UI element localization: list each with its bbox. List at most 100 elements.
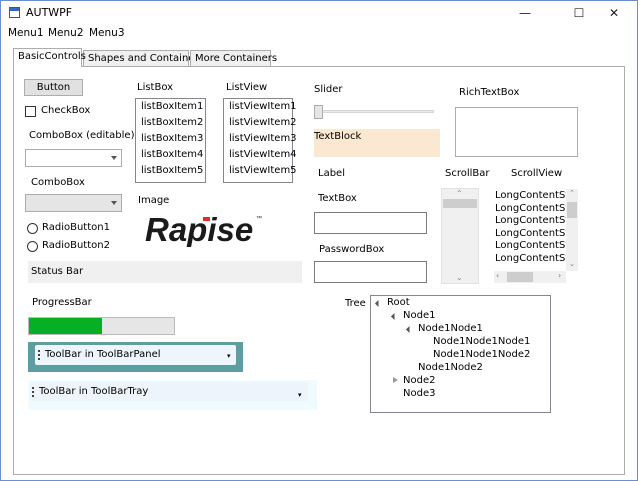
list-item[interactable]: listBoxItem4 — [141, 149, 203, 160]
expand-icon[interactable] — [393, 377, 398, 383]
menu-bar: Menu1 Menu2 Menu3 — [1, 25, 637, 43]
logo-dot — [203, 217, 210, 221]
combo-label: ComboBox — [31, 177, 85, 188]
status-bar-text: Status Bar — [31, 266, 84, 277]
passwordbox[interactable] — [314, 261, 427, 283]
title-bar[interactable]: AUTWPF — ☐ ✕ — [1, 1, 637, 25]
toolbar-in-panel: ToolBar in ToolBarPanel ▾ — [35, 345, 236, 365]
list-item[interactable]: LongContentStri — [495, 228, 576, 239]
textbox-label: TextBox — [318, 193, 357, 204]
tab-shapes-and-containers[interactable]: Shapes and Containers — [83, 50, 204, 66]
list-item[interactable]: LongContentStri — [495, 215, 576, 226]
logo-text: Rapise — [145, 211, 253, 247]
checkbox-label: CheckBox — [41, 105, 91, 116]
tree-label: Tree — [345, 298, 366, 309]
list-item[interactable]: listBoxItem5 — [141, 165, 203, 176]
close-button[interactable]: ✕ — [591, 1, 637, 25]
chevron-down-icon[interactable]: ⌄ — [456, 273, 463, 282]
scrollview-hthumb[interactable] — [507, 272, 533, 282]
list-item[interactable]: LongContentStri — [495, 253, 576, 264]
radio-button-1[interactable] — [27, 223, 38, 234]
menu-item-menu2[interactable]: Menu2 — [48, 27, 84, 39]
label: Label — [318, 168, 345, 179]
scrollview-vthumb[interactable] — [567, 202, 577, 218]
richtextbox[interactable] — [455, 107, 578, 157]
collapse-icon[interactable] — [374, 299, 383, 308]
scrollbar-thumb[interactable] — [443, 199, 477, 208]
progress-fill — [29, 318, 102, 334]
rapise-logo-image: Rapise ™ — [144, 207, 269, 248]
chevron-up-icon[interactable]: ⌃ — [456, 189, 463, 198]
chevron-right-icon[interactable]: › — [558, 271, 561, 280]
combo-readonly[interactable] — [25, 194, 122, 212]
listbox[interactable]: listBoxItem1 listBoxItem2 listBoxItem3 list… — [135, 98, 206, 183]
radio-button-2[interactable] — [27, 241, 38, 252]
collapse-icon[interactable] — [390, 312, 399, 321]
toolbar-panel-label: ToolBar in ToolBarPanel — [45, 349, 161, 360]
status-bar: Status Bar — [28, 261, 302, 283]
list-item[interactable]: LongContentStri — [495, 190, 576, 201]
tree-node-node2[interactable]: Node2 — [403, 375, 435, 386]
overflow-icon[interactable]: ▾ — [227, 352, 231, 360]
tab-content: Button CheckBox ComboBox (editable) Comb… — [13, 66, 625, 475]
tree-node-node1node1node2[interactable]: Node1Node1Node2 — [433, 349, 530, 360]
list-item[interactable]: listViewItem1 — [229, 101, 297, 112]
tree-node-node1node2[interactable]: Node1Node2 — [418, 362, 483, 373]
progress-bar — [28, 317, 175, 335]
app-icon — [9, 7, 20, 18]
toolbar-tray-label: ToolBar in ToolBarTray — [39, 386, 149, 397]
list-item[interactable]: listBoxItem3 — [141, 133, 203, 144]
tree-node-node1[interactable]: Node1 — [403, 310, 435, 321]
list-item[interactable]: LongContentStri — [495, 203, 576, 214]
slider-thumb[interactable] — [314, 105, 323, 119]
list-item[interactable]: listViewItem5 — [229, 165, 297, 176]
image-label: Image — [138, 195, 170, 206]
slider-track[interactable] — [316, 110, 434, 113]
scrollview-label: ScrollView — [511, 168, 563, 179]
slider-label: Slider — [314, 84, 343, 95]
chevron-down-icon[interactable]: ⌄ — [569, 260, 575, 268]
grip-icon[interactable] — [38, 350, 40, 360]
tree-node-node1node1node1[interactable]: Node1Node1Node1 — [433, 336, 530, 347]
chevron-left-icon[interactable]: ‹ — [496, 271, 499, 280]
rapise-logo: Rapise ™ — [145, 211, 262, 248]
overflow-icon[interactable]: ▾ — [298, 391, 302, 399]
menu-item-menu3[interactable]: Menu3 — [89, 27, 125, 39]
chevron-down-icon[interactable] — [111, 156, 117, 160]
tree-node-node1node1[interactable]: Node1Node1 — [418, 323, 483, 334]
chevron-up-icon[interactable]: ⌃ — [569, 189, 575, 197]
tree-node-node3[interactable]: Node3 — [403, 388, 435, 399]
logo-trademark: ™ — [256, 215, 262, 222]
checkbox[interactable] — [25, 106, 36, 117]
list-item[interactable]: listViewItem4 — [229, 149, 297, 160]
minimize-button[interactable]: — — [502, 1, 548, 25]
list-item[interactable]: LongContentStri — [495, 240, 576, 251]
grip-icon[interactable] — [32, 387, 34, 397]
radio-button-2-label: RadioButton2 — [42, 240, 110, 251]
scrollview-vscroll[interactable]: ⌃ ⌄ — [566, 189, 578, 271]
collapse-icon[interactable] — [405, 325, 414, 334]
listview[interactable]: listViewItem1 listViewItem2 listViewItem3 l… — [223, 98, 297, 183]
button[interactable]: Button — [24, 79, 83, 96]
tree-view[interactable]: Root Node1 Node1Node1 Node1Node1Node1 No… — [370, 295, 551, 413]
scrollbar[interactable]: ⌃ ⌄ — [441, 188, 479, 284]
menu-item-menu1[interactable]: Menu1 — [8, 27, 44, 39]
toolbar-in-tray: ToolBar in ToolBarTray ▾ — [30, 382, 308, 401]
combo-editable[interactable] — [25, 149, 122, 167]
richtextbox-label: RichTextBox — [459, 87, 520, 98]
list-item[interactable]: listViewItem3 — [229, 133, 297, 144]
tree-node-root[interactable]: Root — [387, 297, 410, 308]
scrollview-hscroll[interactable]: ‹ › — [494, 271, 566, 283]
toolbar-panel: ToolBar in ToolBarPanel ▾ — [28, 342, 243, 372]
textbox[interactable] — [314, 212, 427, 234]
list-item[interactable]: listViewItem2 — [229, 117, 297, 128]
toolbar-tray: ToolBar in ToolBarTray ▾ — [28, 380, 317, 410]
scrollbar-label: ScrollBar — [445, 168, 490, 179]
tab-basic-controls[interactable]: BasicControls — [13, 48, 86, 67]
tab-more-containers[interactable]: More Containers — [190, 50, 277, 66]
radio-button-1-label: RadioButton1 — [42, 222, 110, 233]
list-item[interactable]: listBoxItem2 — [141, 117, 203, 128]
textblock: TextBlock — [314, 129, 440, 157]
chevron-down-icon[interactable] — [111, 201, 117, 205]
list-item[interactable]: listBoxItem1 — [141, 101, 203, 112]
